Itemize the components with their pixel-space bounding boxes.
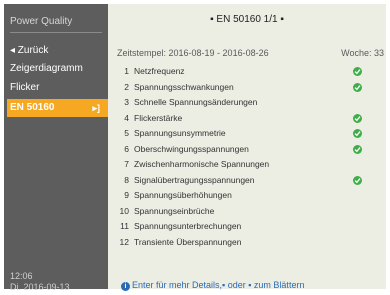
row-number: 12 <box>119 236 129 247</box>
list-item[interactable]: 8 Signalübertragungsspannungen <box>108 174 386 187</box>
row-label: Signalübertragungsspannungen <box>134 174 255 185</box>
row-number: 9 <box>124 190 129 200</box>
row-number: 7 <box>124 159 129 169</box>
sidebar: Power Quality ◂ Zurück Zeigerdiagramm Fl… <box>4 4 108 292</box>
sidebar-item-en50160[interactable]: EN 50160 ▸] <box>7 99 108 117</box>
row-number: 10 <box>119 205 129 216</box>
sidebar-item-label: EN 50160 <box>10 102 55 113</box>
row-number: 3 <box>124 97 129 107</box>
row-number: 1 <box>124 66 129 76</box>
list-item[interactable]: 12 Transiente Überspannungen <box>108 236 386 249</box>
screen: Power Quality ◂ Zurück Zeigerdiagramm Fl… <box>0 0 390 295</box>
hint-text: Enter für mehr Details,▪ oder ▪ zum Blät… <box>132 280 305 290</box>
list-item[interactable]: 2 Spannungsschwankungen <box>108 81 386 94</box>
sidebar-item-phasor-diagram[interactable]: Zeigerdiagramm <box>10 60 106 78</box>
info-icon: i <box>121 282 130 291</box>
check-circle-icon <box>353 144 362 154</box>
check-circle-icon <box>353 113 362 123</box>
main-panel: ▪ EN 50160 1/1 ▪ Zeitstempel: 2016-08-19… <box>108 4 386 291</box>
check-circle-icon <box>353 129 362 138</box>
check-circle-icon <box>353 175 362 185</box>
row-label: Flickerstärke <box>134 112 183 123</box>
clock-date: Di. 2016-09-13 <box>10 282 70 292</box>
sidebar-item-flicker[interactable]: Flicker <box>10 79 106 97</box>
list-item[interactable]: 4 Flickerstärke <box>108 112 386 125</box>
list-item[interactable]: 1 Netzfrequenz <box>108 65 386 78</box>
row-label: Schnelle Spannungsänderungen <box>134 97 258 107</box>
row-number: 8 <box>124 174 129 185</box>
list-item[interactable]: 9 Spannungsüberhöhungen <box>108 189 386 202</box>
row-label: Spannungsschwankungen <box>134 81 234 92</box>
row-number: 4 <box>124 112 129 123</box>
page-title: ▪ EN 50160 1/1 ▪ <box>210 14 284 25</box>
submenu-arrow-icon: ▸] <box>92 103 100 113</box>
check-circle-icon <box>353 67 362 76</box>
week-label: Woche: 33 <box>341 48 384 58</box>
row-number: 11 <box>120 221 129 231</box>
hint-bar: i Enter für mehr Details,▪ oder ▪ zum Blä… <box>121 280 304 291</box>
list-item[interactable]: 10 Spannungseinbrüche <box>108 205 386 218</box>
clock-time: 12:06 <box>10 271 33 281</box>
row-label: Netzfrequenz <box>134 66 185 76</box>
row-label: Spannungsunterbrechungen <box>134 221 242 231</box>
row-number: 6 <box>124 143 129 154</box>
row-label: Spannungsüberhöhungen <box>134 190 232 200</box>
sidebar-header: Power Quality <box>10 16 102 33</box>
row-label: Transiente Überspannungen <box>134 236 242 247</box>
list-item[interactable]: 5 Spannungsunsymmetrie <box>108 127 386 140</box>
timestamp-label: Zeitstempel: 2016-08-19 - 2016-08-26 <box>117 48 269 58</box>
row-number: 5 <box>124 128 129 138</box>
row-label: Zwischenharmonische Spannungen <box>134 159 270 169</box>
clock: 12:06 Di. 2016-09-13 <box>10 271 70 293</box>
list-item[interactable]: 3 Schnelle Spannungsänderungen <box>108 96 386 109</box>
row-label: Spannungseinbrüche <box>134 205 215 216</box>
list-item[interactable]: 7 Zwischenharmonische Spannungen <box>108 158 386 171</box>
row-label: Spannungsunsymmetrie <box>134 128 226 138</box>
row-number: 2 <box>124 81 129 92</box>
row-label: Oberschwingungsspannungen <box>134 143 249 154</box>
sidebar-item-back[interactable]: ◂ Zurück <box>10 42 106 60</box>
list-item[interactable]: 11 Spannungsunterbrechungen <box>108 220 386 233</box>
list-item[interactable]: 6 Oberschwingungsspannungen <box>108 143 386 156</box>
check-circle-icon <box>353 82 362 92</box>
